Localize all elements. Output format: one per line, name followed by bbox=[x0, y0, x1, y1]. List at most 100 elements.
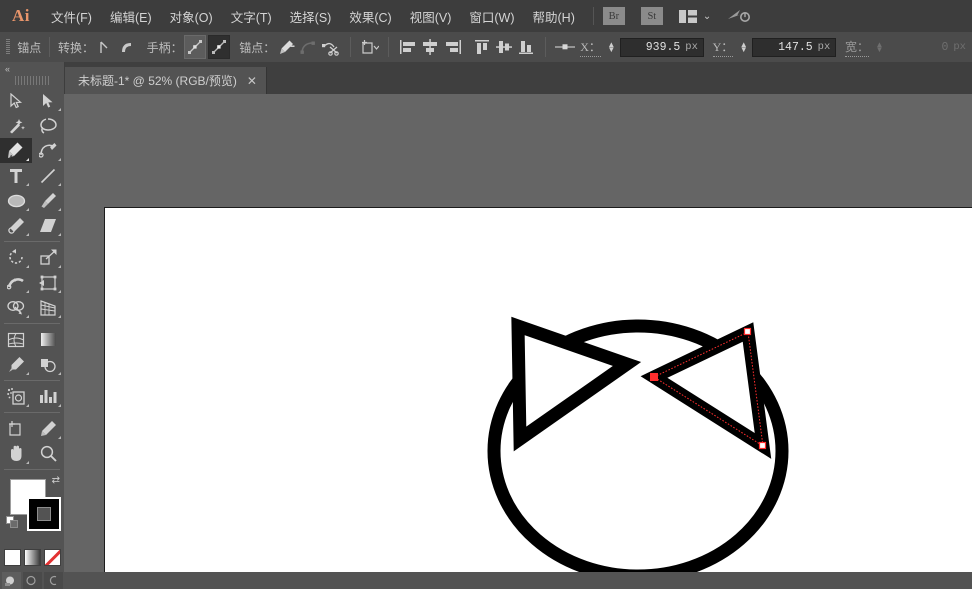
perspective-grid-tool[interactable] bbox=[32, 295, 64, 320]
align-left-button[interactable] bbox=[398, 36, 418, 58]
column-graph-tool[interactable] bbox=[32, 384, 64, 409]
hand-tool[interactable] bbox=[0, 441, 32, 466]
convert-to-smooth-button[interactable] bbox=[117, 36, 137, 58]
slice-tool[interactable] bbox=[32, 416, 64, 441]
artboard[interactable] bbox=[104, 207, 972, 572]
blend-tool[interactable] bbox=[32, 352, 64, 377]
symbol-sprayer-tool[interactable] bbox=[0, 384, 32, 409]
transform-handle-button[interactable] bbox=[555, 36, 577, 58]
y-position-field[interactable]: Y： ▲▼ 147.5 px bbox=[711, 37, 837, 57]
draw-inside-button[interactable] bbox=[44, 572, 63, 589]
direct-selection-tool[interactable] bbox=[32, 88, 64, 113]
selection-tool[interactable] bbox=[0, 88, 32, 113]
align-bottom-icon bbox=[517, 39, 535, 55]
align-vertical-center-button[interactable] bbox=[494, 36, 514, 58]
menu-select[interactable]: 选择(S) bbox=[281, 0, 341, 32]
tool-flyout-indicator bbox=[26, 461, 29, 464]
draw-normal-button[interactable] bbox=[2, 572, 21, 589]
menu-help[interactable]: 帮助(H) bbox=[524, 0, 584, 32]
align-horizontal-center-button[interactable] bbox=[420, 36, 440, 58]
pen-tool-icon bbox=[8, 142, 24, 159]
pen-tool[interactable] bbox=[0, 138, 32, 163]
collapse-panel-icon[interactable]: « bbox=[0, 62, 64, 75]
remove-anchor-button[interactable] bbox=[276, 36, 296, 58]
menu-effect[interactable]: 效果(C) bbox=[340, 0, 400, 32]
panel-drag-grip-icon[interactable] bbox=[15, 75, 49, 85]
magic-wand-tool-icon bbox=[8, 118, 25, 134]
stroke-color-swatch[interactable] bbox=[27, 497, 61, 531]
paintbrush-tool-icon bbox=[40, 192, 57, 209]
bridge-button[interactable]: Br bbox=[603, 7, 625, 25]
rotate-tool[interactable] bbox=[0, 245, 32, 270]
default-fill-stroke-icon[interactable] bbox=[6, 516, 19, 529]
hand-tool-icon bbox=[8, 445, 25, 462]
close-icon[interactable]: ✕ bbox=[247, 75, 257, 87]
tool-flyout-indicator bbox=[58, 265, 61, 268]
align-top-button[interactable] bbox=[472, 36, 492, 58]
align-bottom-button[interactable] bbox=[516, 36, 536, 58]
color-mode-bar bbox=[0, 549, 64, 566]
draw-normal-icon bbox=[5, 575, 17, 586]
isolate-object-button[interactable] bbox=[359, 36, 379, 58]
tool-flyout-indicator bbox=[58, 372, 61, 375]
arrange-documents-button[interactable]: ⌄ bbox=[679, 10, 711, 23]
curvature-tool[interactable] bbox=[32, 138, 64, 163]
canvas-area[interactable] bbox=[64, 94, 972, 572]
y-input[interactable]: 147.5 px bbox=[752, 38, 836, 57]
scale-tool-icon bbox=[40, 249, 57, 266]
menu-window[interactable]: 窗口(W) bbox=[460, 0, 523, 32]
control-divider-2 bbox=[350, 37, 351, 57]
type-tool[interactable] bbox=[0, 163, 32, 188]
arrange-documents-icon bbox=[679, 10, 697, 23]
menu-type[interactable]: 文字(T) bbox=[222, 0, 281, 32]
line-segment-tool[interactable] bbox=[32, 163, 64, 188]
anchor-point-selected[interactable] bbox=[651, 374, 658, 381]
free-transform-tool[interactable] bbox=[32, 270, 64, 295]
drag-grip-icon[interactable] bbox=[6, 39, 10, 55]
cut-path-button[interactable] bbox=[320, 36, 340, 58]
draw-behind-button[interactable] bbox=[23, 572, 42, 589]
x-position-field[interactable]: X： ▲▼ 939.5 px bbox=[578, 37, 704, 57]
none-mode-button[interactable] bbox=[44, 549, 61, 566]
stock-button[interactable]: St bbox=[641, 7, 663, 25]
width-tool[interactable] bbox=[0, 270, 32, 295]
eyedropper-tool[interactable] bbox=[0, 352, 32, 377]
gradient-mode-button[interactable] bbox=[24, 549, 41, 566]
magic-wand-tool[interactable] bbox=[0, 113, 32, 138]
align-right-button[interactable] bbox=[442, 36, 462, 58]
document-tab[interactable]: 未标题-1* @ 52% (RGB/预览) ✕ bbox=[64, 67, 267, 94]
anchor-point[interactable] bbox=[745, 329, 751, 335]
connect-anchor-button bbox=[298, 36, 318, 58]
convert-to-corner-button[interactable] bbox=[95, 36, 115, 58]
mesh-tool[interactable] bbox=[0, 327, 32, 352]
swap-fill-stroke-icon[interactable]: ⇄ bbox=[52, 475, 60, 486]
artboard-tool[interactable] bbox=[0, 416, 32, 441]
x-input[interactable]: 939.5 px bbox=[620, 38, 704, 57]
y-stepper[interactable]: ▲▼ bbox=[737, 37, 750, 57]
anchor-point[interactable] bbox=[760, 443, 766, 449]
zoom-tool[interactable] bbox=[32, 441, 64, 466]
ellipse-tool[interactable] bbox=[0, 188, 32, 213]
handles-label: 手柄： bbox=[147, 39, 183, 56]
cat-head-drawing[interactable] bbox=[105, 208, 972, 572]
show-handles-button[interactable] bbox=[184, 35, 206, 59]
menu-edit[interactable]: 编辑(E) bbox=[101, 0, 161, 32]
menu-object[interactable]: 对象(O) bbox=[161, 0, 222, 32]
power-button[interactable] bbox=[727, 8, 751, 24]
gradient-tool[interactable] bbox=[32, 327, 64, 352]
x-unit: px bbox=[685, 41, 698, 53]
toolbar-divider-2 bbox=[4, 323, 60, 324]
perspective-grid-tool-icon bbox=[39, 300, 57, 316]
scale-tool[interactable] bbox=[32, 245, 64, 270]
shape-builder-tool[interactable] bbox=[0, 295, 32, 320]
shaper-tool[interactable] bbox=[0, 213, 32, 238]
menu-file[interactable]: 文件(F) bbox=[42, 0, 101, 32]
color-mode-button[interactable] bbox=[4, 549, 21, 566]
x-stepper[interactable]: ▲▼ bbox=[605, 37, 618, 57]
hide-handles-button[interactable] bbox=[208, 35, 230, 59]
paintbrush-tool[interactable] bbox=[32, 188, 64, 213]
lasso-tool[interactable] bbox=[32, 113, 64, 138]
eraser-tool[interactable] bbox=[32, 213, 64, 238]
menu-view[interactable]: 视图(V) bbox=[401, 0, 461, 32]
tool-flyout-indicator bbox=[26, 290, 29, 293]
